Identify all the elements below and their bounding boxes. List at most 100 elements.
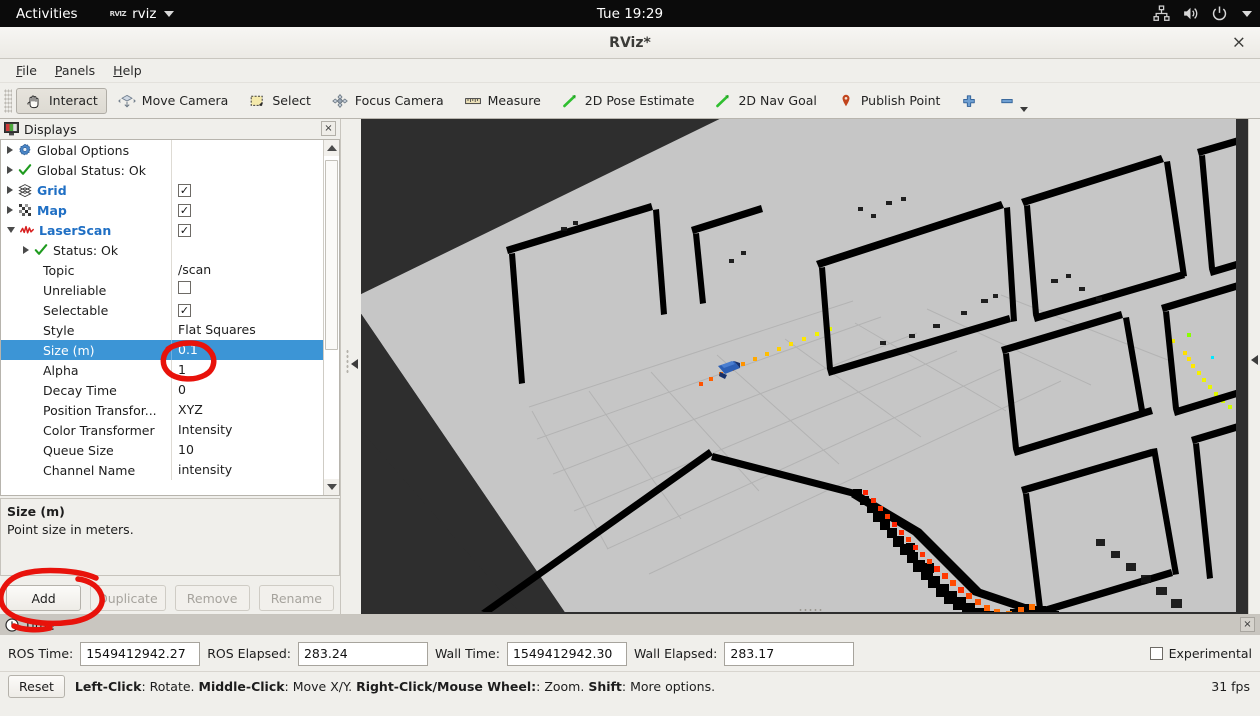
- display-enabled-checkbox[interactable]: ✓: [178, 224, 191, 237]
- display-item-global-options[interactable]: Global Options: [1, 140, 323, 160]
- property-value[interactable]: [171, 140, 323, 160]
- scroll-down-button[interactable]: [323, 479, 339, 495]
- expander-collapse-icon[interactable]: [7, 227, 15, 233]
- property-value[interactable]: 1: [171, 360, 323, 380]
- property-value[interactable]: [171, 240, 323, 260]
- power-icon[interactable]: [1211, 5, 1228, 22]
- experimental-checkbox[interactable]: [1149, 647, 1163, 660]
- remove-tool-button[interactable]: [989, 88, 1029, 114]
- menu-panels[interactable]: Panels: [47, 60, 103, 81]
- property-row-unreliable[interactable]: Unreliable: [1, 280, 323, 300]
- display-item-global-status-ok[interactable]: Global Status: Ok: [1, 160, 323, 180]
- property-row-color-transformer[interactable]: Color Transformer Intensity: [1, 420, 323, 440]
- display-item-map[interactable]: Map ✓: [1, 200, 323, 220]
- desktop-clock[interactable]: Tue 19:29: [0, 6, 1260, 22]
- window-close-button[interactable]: ×: [1228, 34, 1250, 51]
- tool-select[interactable]: Select: [239, 88, 320, 114]
- property-row-selectable[interactable]: Selectable ✓: [1, 300, 323, 320]
- property-row-topic[interactable]: Topic/scan: [1, 260, 323, 280]
- displays-tree-scrollbar[interactable]: [323, 140, 339, 495]
- reset-button[interactable]: Reset: [8, 675, 65, 698]
- property-row-size-m[interactable]: Size (m) 0.1: [1, 340, 323, 360]
- tool-move-camera[interactable]: Move Camera: [109, 88, 238, 114]
- display-enabled-checkbox[interactable]: ✓: [178, 184, 191, 197]
- property-value[interactable]: Flat Squares: [171, 320, 323, 340]
- property-checkbox[interactable]: ✓: [178, 304, 191, 317]
- displays-panel-close-button[interactable]: ×: [321, 121, 336, 136]
- display-item-laserscan[interactable]: LaserScan ✓: [1, 220, 323, 240]
- property-value[interactable]: intensity: [171, 460, 323, 480]
- property-value[interactable]: ✓: [171, 200, 323, 220]
- ros-time-input[interactable]: 1549412942.27: [80, 641, 201, 666]
- viewport-right-splitter[interactable]: [1248, 119, 1260, 614]
- scroll-thumb[interactable]: [324, 160, 338, 350]
- expander-expand-icon[interactable]: [7, 186, 13, 194]
- tool-publish-point[interactable]: Publish Point: [828, 88, 950, 114]
- chevron-down-icon[interactable]: [1242, 10, 1252, 17]
- move-camera-icon: [117, 94, 136, 108]
- property-label: Size (m): [43, 342, 95, 358]
- wall-elapsed-label: Wall Elapsed:: [633, 646, 718, 661]
- tool-focus-camera[interactable]: Focus Camera: [322, 88, 453, 114]
- property-row-queue-size[interactable]: Queue Size 10: [1, 440, 323, 460]
- viewport-bottom-grip[interactable]: [797, 608, 824, 612]
- property-value[interactable]: 10: [171, 440, 323, 460]
- experimental-toggle[interactable]: Experimental: [1149, 646, 1252, 661]
- property-value[interactable]: Intensity: [171, 420, 323, 440]
- network-icon[interactable]: [1153, 5, 1170, 22]
- add-button[interactable]: Add: [6, 585, 82, 611]
- wall-time-input[interactable]: 1549412942.30: [506, 641, 627, 666]
- render-viewport[interactable]: [361, 119, 1260, 614]
- property-value[interactable]: /scan: [171, 260, 323, 280]
- menu-help[interactable]: Help: [105, 60, 150, 81]
- hint-key: Shift: [588, 679, 622, 694]
- collapse-right-arrow-icon[interactable]: [1251, 355, 1258, 365]
- collapse-left-arrow-icon[interactable]: [351, 359, 358, 369]
- tool-interact[interactable]: Interact: [16, 87, 107, 114]
- scroll-up-button[interactable]: [323, 140, 339, 156]
- displays-tree[interactable]: Global Options Global Status: Ok Grid ✓ Map ✓…: [0, 139, 340, 496]
- property-row-style[interactable]: Style Flat Squares: [1, 320, 323, 340]
- expander-expand-icon[interactable]: [7, 166, 13, 174]
- property-value[interactable]: 0: [171, 380, 323, 400]
- display-item-grid[interactable]: Grid ✓: [1, 180, 323, 200]
- property-row-alpha[interactable]: Alpha 1: [1, 360, 323, 380]
- property-value[interactable]: [171, 160, 323, 180]
- chevron-down-icon[interactable]: [1020, 106, 1029, 112]
- property-value[interactable]: ✓: [171, 220, 323, 240]
- property-row-decay-time[interactable]: Decay Time 0: [1, 380, 323, 400]
- displays-monitor-icon: [4, 122, 19, 136]
- property-row-position-transfor[interactable]: Position Transfor... XYZ: [1, 400, 323, 420]
- laserscan-icon: [20, 225, 34, 234]
- expander-expand-icon[interactable]: [7, 206, 13, 214]
- scroll-track[interactable]: [323, 156, 339, 479]
- property-value[interactable]: ✓: [171, 300, 323, 320]
- wall-elapsed-input[interactable]: 283.17: [724, 641, 855, 666]
- property-value[interactable]: 0.1: [171, 340, 323, 360]
- property-value[interactable]: [171, 280, 323, 300]
- property-value[interactable]: XYZ: [171, 400, 323, 420]
- app-menu-button[interactable]: RVIZ rviz: [110, 6, 175, 22]
- display-item-status-ok[interactable]: Status: Ok: [1, 240, 323, 260]
- display-enabled-checkbox[interactable]: ✓: [178, 204, 191, 217]
- activities-button[interactable]: Activities: [10, 4, 84, 24]
- time-panel-close-button[interactable]: ×: [1240, 617, 1255, 632]
- map-icon: [19, 204, 31, 216]
- toolbar-drag-handle[interactable]: [4, 88, 12, 113]
- window-titlebar: RViz* ×: [0, 27, 1260, 59]
- property-row-channel-name[interactable]: Channel Name intensity: [1, 460, 323, 480]
- splitter-grip[interactable]: [346, 349, 349, 375]
- property-value[interactable]: ✓: [171, 180, 323, 200]
- tool-measure[interactable]: Measure: [455, 88, 550, 114]
- tool-2d-nav-goal[interactable]: 2D Nav Goal: [705, 88, 825, 114]
- property-checkbox[interactable]: [178, 281, 191, 294]
- panel-splitter[interactable]: [341, 119, 361, 614]
- add-tool-button[interactable]: [951, 88, 987, 114]
- tool-focus-camera-label: Focus Camera: [354, 93, 444, 108]
- volume-icon[interactable]: [1182, 5, 1199, 22]
- ros-elapsed-input[interactable]: 283.24: [297, 641, 428, 666]
- tool-2d-pose-estimate[interactable]: 2D Pose Estimate: [552, 88, 704, 114]
- expander-expand-icon[interactable]: [7, 146, 13, 154]
- expander-expand-icon[interactable]: [23, 246, 29, 254]
- menu-file[interactable]: File: [8, 60, 45, 81]
